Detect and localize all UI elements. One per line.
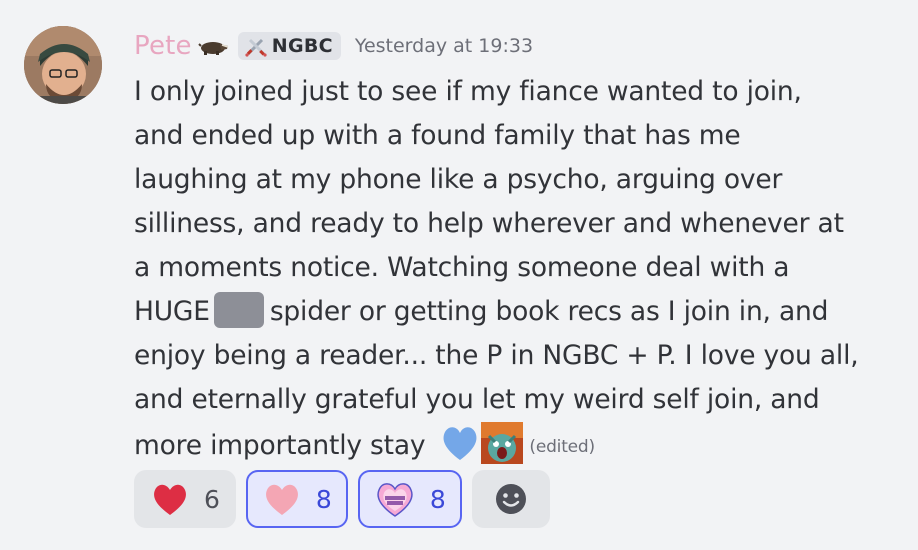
message-line: silliness, and ready to help wherever an… [134,208,844,239]
reaction-count: 8 [315,484,332,514]
text-before-spoiler: HUGE [134,296,210,327]
username[interactable]: Pete [134,31,192,61]
message-line: and ended up with a found family that ha… [134,120,741,151]
love-you-heart-icon [377,483,413,517]
message-line: enjoy being a reader... the P in NGBC + … [134,340,859,371]
message-line: and eternally grateful you let my weird … [134,384,820,415]
crossed-swords-icon [244,34,268,58]
server-tag[interactable]: NGBC [237,32,341,60]
pink-heart-icon [265,484,298,515]
blue-heart-icon[interactable] [439,422,481,464]
reaction-count: 8 [429,484,446,514]
reaction-pink-heart[interactable]: 8 [245,470,348,528]
text-after-spoiler: spider or getting book recs as I join in… [269,296,829,327]
spoiler-block[interactable] [213,292,264,328]
message-line: more importantly stay (edited) [134,422,904,469]
message-line: HUGE spider or getting book recs as I joi… [134,290,904,334]
badger-icon [198,36,230,56]
timestamp[interactable]: Yesterday at 19:33 [355,35,533,57]
edited-label: (edited) [529,437,595,457]
reaction-red-heart[interactable]: 6 [134,470,236,528]
message-line: laughing at my phone like a psycho, argu… [134,164,783,195]
message-header: Pete NGBC Yesterday at 19:33 [134,28,533,64]
avatar[interactable] [24,26,102,104]
message-line: I only joined just to see if my fiance w… [134,76,802,107]
message-line: a moments notice. Watching someone deal … [134,252,790,283]
add-reaction-button[interactable] [471,470,550,528]
server-tag-label: NGBC [271,35,333,57]
message-content: I only joined just to see if my fiance w… [134,70,904,469]
red-heart-icon [154,484,186,515]
smiley-add-reaction-icon [495,484,526,514]
reaction-love-you-heart[interactable]: 8 [357,470,462,528]
last-line-text: more importantly stay [134,430,426,461]
reactions-bar: 6 8 8 [134,470,550,528]
reaction-count: 6 [204,484,220,514]
screaming-gremlin-emoji[interactable] [481,422,524,464]
